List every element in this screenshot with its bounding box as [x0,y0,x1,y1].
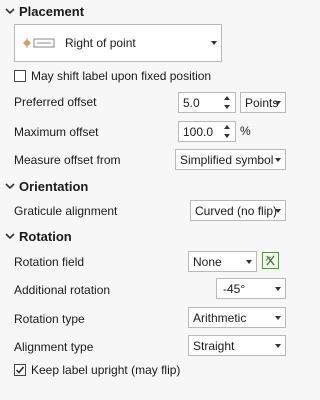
rotation-header-label: Rotation [19,228,72,244]
placement-header-label: Placement [19,3,85,19]
rotation-field-label: Rotation field [14,255,85,269]
dropdown-arrow-icon [275,343,281,348]
alignment-type-dropdown[interactable]: Straight [188,335,286,356]
graticule-alignment-value: Curved (no flip) [195,203,278,218]
orientation-section-header[interactable]: Orientation [4,177,88,195]
point-right-placement-icon [23,38,55,48]
dropdown-arrow-icon [275,157,281,162]
expression-button[interactable] [262,252,279,269]
preferred-offset-unit: Points [245,95,279,110]
measure-offset-value: Simplified symbol [180,152,274,167]
chevron-down-icon [5,8,15,15]
alignment-type-value: Straight [193,338,235,353]
keep-upright-checkbox[interactable] [14,364,26,376]
chevron-down-icon [5,233,15,240]
shift-label-text: May shift label upon fixed position [31,69,212,83]
spinner-icon[interactable] [223,124,232,139]
rotation-field-value: None [193,254,222,269]
dropdown-arrow-icon [211,41,217,45]
dropdown-arrow-icon [275,286,281,291]
rotation-field-dropdown[interactable]: None [188,251,257,272]
additional-rotation-input[interactable]: -45° [216,278,286,299]
dropdown-arrow-icon [275,100,281,105]
chevron-down-icon [5,183,15,190]
maximum-offset-input[interactable]: 100.0 [178,121,236,142]
graticule-alignment-label: Graticule alignment [14,204,118,218]
preferred-offset-label: Preferred offset [14,95,97,109]
graticule-alignment-dropdown[interactable]: Curved (no flip) [190,200,286,221]
dropdown-arrow-icon [246,259,252,264]
maximum-offset-value: 100.0 [183,124,214,139]
placement-section-header[interactable]: Placement [4,2,84,20]
preferred-offset-value: 5.0 [183,95,200,110]
orientation-header-label: Orientation [19,178,89,194]
spinner-icon[interactable] [223,95,232,110]
additional-rotation-value: -45° [223,281,246,296]
maximum-offset-label: Maximum offset [14,125,99,139]
placement-preset-label: Right of point [65,36,136,50]
preferred-offset-unit-dropdown[interactable]: Points [240,92,286,113]
shift-label-checkbox[interactable] [14,70,26,82]
checkmark-icon [15,366,25,374]
dropdown-arrow-icon [275,315,281,320]
expression-icon [265,255,275,266]
rotation-section-header[interactable]: Rotation [4,227,72,245]
dropdown-arrow-icon [275,208,281,213]
measure-offset-dropdown[interactable]: Simplified symbol [175,149,286,170]
rotation-type-dropdown[interactable]: Arithmetic [188,307,286,328]
measure-offset-label: Measure offset from [14,153,121,167]
preferred-offset-input[interactable]: 5.0 [178,92,236,113]
placement-preset-dropdown[interactable]: Right of point [14,24,222,62]
rotation-type-value: Arithmetic [193,310,247,325]
rotation-type-label: Rotation type [14,312,85,326]
keep-upright-label: Keep label upright (may flip) [31,363,181,377]
alignment-type-label: Alignment type [14,340,94,354]
maximum-offset-unit: % [240,124,251,138]
additional-rotation-label: Additional rotation [14,283,111,297]
